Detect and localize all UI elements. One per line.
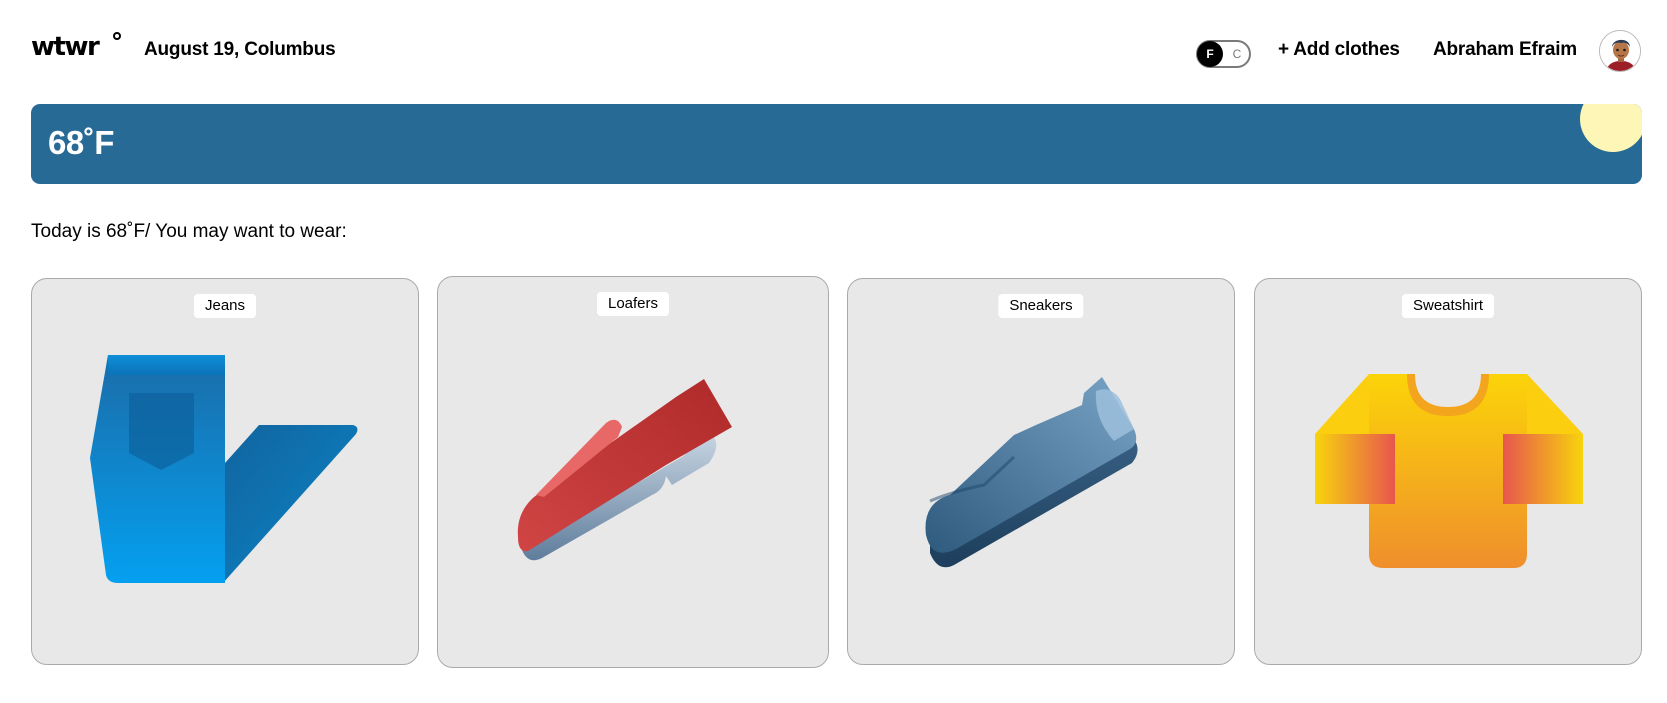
item-card-sneakers[interactable]: Sneakers — [847, 278, 1235, 665]
logo-degree-mark — [113, 32, 121, 40]
username[interactable]: Abraham Efraim — [1433, 39, 1577, 61]
item-card-label: Sweatshirt — [1401, 294, 1495, 318]
date-location: August 19, Columbus — [144, 39, 336, 60]
loafer-icon — [517, 379, 732, 561]
item-card-jeans[interactable]: Jeans — [31, 278, 419, 665]
add-clothes-button[interactable]: + Add clothes — [1278, 39, 1400, 61]
app-logo[interactable]: wtwr — [31, 34, 100, 60]
jeans-icon — [90, 355, 358, 583]
clothing-suggestion-text: Today is 68˚F/ You may want to wear: — [31, 221, 347, 242]
item-card-sweatshirt[interactable]: Sweatshirt — [1254, 278, 1642, 665]
sweatshirt-icon — [1315, 374, 1583, 568]
header: wtwr August 19, Columbus F C + Add cloth… — [0, 0, 1667, 100]
item-card-loafers[interactable]: Loafers — [437, 276, 829, 668]
item-card-label: Loafers — [596, 292, 670, 316]
avatar-icon — [1600, 31, 1640, 71]
item-card-label: Sneakers — [998, 294, 1084, 318]
toggle-option-fahrenheit[interactable]: F — [1198, 42, 1222, 66]
weather-card: 68˚F — [31, 104, 1642, 184]
avatar[interactable] — [1599, 30, 1641, 72]
sun-icon — [1580, 104, 1642, 152]
sneaker-icon — [925, 377, 1138, 568]
weather-temperature: 68˚F — [48, 124, 114, 161]
toggle-option-celsius[interactable]: C — [1225, 42, 1249, 66]
temperature-unit-toggle[interactable]: F C — [1196, 40, 1251, 68]
item-card-label: Jeans — [193, 294, 257, 318]
